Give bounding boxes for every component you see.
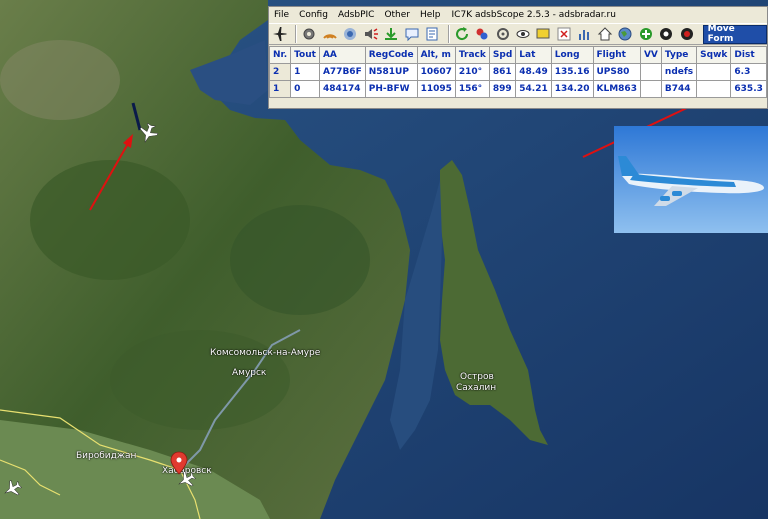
receiver-icon[interactable] [494,25,511,43]
close-icon[interactable] [555,25,572,43]
menu-bar: File Config AdsbPIC Other Help IC7K adsb… [269,7,767,23]
table-cell: 54.21 [515,80,552,98]
airplane-icon[interactable] [271,25,288,43]
column-header[interactable]: Alt, m [416,46,456,64]
island-label-2: Сахалин [456,383,497,393]
column-header[interactable]: Dist [730,46,767,64]
table-row[interactable]: 1 0 484174 PH-BFW 11095 156° 899 54.21 1… [268,80,767,98]
table-cell: UPS80 [592,63,641,81]
light-patch [0,40,120,120]
record-icon[interactable] [658,25,675,43]
table-cell: 6.3 [730,63,767,81]
table-cell: 10607 [416,63,456,81]
column-header[interactable]: Lat [515,46,552,64]
adsbscope-window[interactable]: File Config AdsbPIC Other Help IC7K adsb… [268,6,768,109]
aircraft-table: Nr. Tout AA RegCode Alt, m Track Spd Lat… [268,46,767,98]
column-header[interactable]: VV [639,46,662,64]
speaker-icon[interactable] [362,25,379,43]
table-cell: N581UP [364,63,418,81]
table-cell: 210° [454,63,490,81]
gear-icon[interactable] [300,25,317,43]
column-header[interactable]: Sqwk [696,46,732,64]
download-icon[interactable] [382,25,399,43]
column-header[interactable]: AA [318,46,366,64]
eye-icon[interactable] [514,25,531,43]
table-header-row: Nr. Tout AA RegCode Alt, m Track Spd Lat… [268,46,767,64]
table-cell: PH-BFW [364,80,418,98]
table-cell: KLM863 [592,80,641,98]
menu-other[interactable]: Other [379,10,415,20]
table-cell: 0 [290,80,320,98]
table-cell [639,63,662,81]
table-cell: 1 [290,63,320,81]
menu-adsbpic[interactable]: AdsbPIC [333,10,379,20]
chart-icon[interactable] [576,25,593,43]
column-header[interactable]: RegCode [364,46,418,64]
table-cell: 1 [268,80,292,98]
table-cell: A77B6F [318,63,366,81]
column-header[interactable]: Spd [488,46,517,64]
comment-icon[interactable] [403,25,420,43]
table-cell: 48.49 [515,63,552,81]
map-icon[interactable] [617,25,634,43]
menu-config[interactable]: Config [294,10,333,20]
column-header[interactable]: Track [454,46,490,64]
table-cell: 156° [454,80,490,98]
menu-help[interactable]: Help [415,10,446,20]
table-cell [639,80,662,98]
column-header[interactable]: Nr. [268,46,292,64]
table-cell: 484174 [318,80,366,98]
printer-icon[interactable] [423,25,440,43]
city-label-komsomolsk: Комсомольск-на-Амуре [210,348,321,358]
forest-patch [230,205,370,315]
window-title: IC7K adsbScope 2.5.3 - adsbradar.ru [451,10,616,20]
forest-patch [30,160,190,280]
city-label-birobidzhan: Биробиджан [76,451,137,461]
table-cell: 635.3 [730,80,767,98]
toolbar: Move Form [269,23,768,45]
table-cell [696,80,732,98]
table-cell: 135.16 [550,63,594,81]
table-cell: 899 [488,80,517,98]
toolbar-separator [447,25,449,43]
table-row[interactable]: 2 1 A77B6F N581UP 10607 210° 861 48.49 1… [268,63,767,81]
column-header[interactable]: Flight [592,46,641,64]
table-cell: 861 [488,63,517,81]
table-cell: ndefs [660,63,698,81]
city-label-amursk: Амурск [232,368,267,378]
table-cell: 2 [268,63,292,81]
column-header[interactable]: Tout [290,46,320,64]
menu-file[interactable]: File [269,10,294,20]
stop-icon[interactable] [678,25,695,43]
forest-patch [110,330,290,430]
toolbar-separator [295,25,297,43]
table-cell: 134.20 [550,80,594,98]
filter-icon[interactable] [473,25,490,43]
antenna-icon[interactable] [341,25,358,43]
city-label-khabarovsk: Хабаровск [162,466,212,476]
table-cell: B744 [660,80,698,98]
radar-icon[interactable] [321,25,338,43]
display-icon[interactable] [535,25,552,43]
table-cell: 11095 [416,80,456,98]
column-header[interactable]: Long [550,46,594,64]
column-header[interactable]: Type [660,46,698,64]
table-cell [696,63,732,81]
home-icon[interactable] [596,25,613,43]
airliner-photo [614,126,768,233]
island-label-1: Остров [460,372,494,382]
refresh-icon[interactable] [453,25,470,43]
move-form-button[interactable]: Move Form [702,24,768,44]
plus-icon[interactable] [637,25,654,43]
